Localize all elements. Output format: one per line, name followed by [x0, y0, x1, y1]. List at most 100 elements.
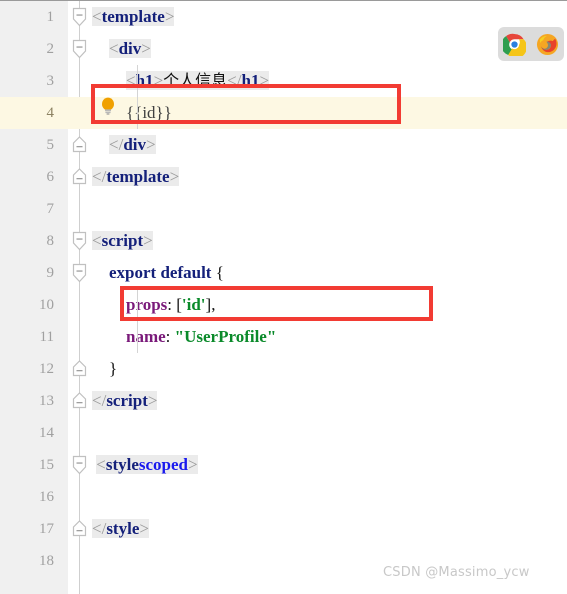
line-text[interactable]: <script> [92, 225, 153, 257]
line-number: 7 [46, 201, 55, 217]
lightbulb-icon[interactable] [100, 97, 116, 115]
line-number: 17 [39, 521, 54, 537]
code-token: </ [92, 519, 107, 538]
indent-guide-1 [137, 65, 138, 129]
code-token: < [126, 71, 136, 90]
token-run: </style> [92, 519, 149, 538]
code-line[interactable]: 10 props: ['id'], [0, 289, 567, 321]
line-text[interactable]: export default { [92, 257, 224, 289]
line-text[interactable]: name: "UserProfile" [92, 321, 276, 353]
code-line[interactable]: 17 </style> [0, 513, 567, 545]
line-number: 5 [46, 137, 55, 153]
token-run: <script> [92, 231, 153, 250]
token-run: props: ['id'], [126, 295, 215, 314]
line-number: 10 [39, 297, 54, 313]
line-code-background [68, 417, 567, 449]
line-text[interactable]: } [92, 353, 117, 385]
line-text[interactable]: <h1>个人信息</h1> [92, 65, 270, 97]
code-line[interactable]: 9 export default { [0, 257, 567, 289]
code-token: > [146, 135, 156, 154]
token-run: </script> [92, 391, 158, 410]
code-line[interactable]: 4 {{id}} [0, 97, 567, 129]
code-token: props [126, 295, 168, 314]
line-text[interactable]: <stylescoped> [92, 449, 198, 481]
code-token: style [105, 455, 139, 474]
fold-collapse-icon[interactable] [72, 39, 87, 59]
code-token: > [143, 231, 153, 250]
fold-collapse-icon[interactable] [72, 7, 87, 27]
line-text[interactable]: <div> [92, 33, 151, 65]
fold-collapse-icon[interactable] [72, 263, 87, 283]
code-line[interactable]: 5 </div> [0, 129, 567, 161]
code-token: h1 [135, 71, 154, 90]
line-text[interactable]: props: ['id'], [92, 289, 215, 321]
code-line[interactable]: 6 </template> [0, 161, 567, 193]
fold-end-icon[interactable] [72, 167, 87, 187]
line-number: 18 [39, 553, 54, 569]
watermark-text: CSDN @Massimo_ycw [383, 565, 530, 580]
code-token: </ [92, 391, 107, 410]
code-token: div [118, 39, 142, 58]
code-token: > [141, 39, 151, 58]
code-line[interactable]: 8 <script> [0, 225, 567, 257]
line-number: 2 [46, 41, 55, 57]
code-token: "UserProfile" [174, 327, 277, 346]
code-editor[interactable]: 1 <template> 2 <div> 3 <h1>个人信息</h1> 4 {{id}… [0, 1, 567, 594]
line-text[interactable]: </style> [92, 513, 149, 545]
code-token: } [92, 359, 118, 378]
code-line[interactable]: 11 name: "UserProfile" [0, 321, 567, 353]
firefox-icon[interactable] [536, 33, 559, 56]
code-line[interactable]: 1 <template> [0, 1, 567, 33]
code-token: < [96, 455, 106, 474]
token-run: </template> [92, 167, 180, 186]
line-number: 6 [46, 169, 55, 185]
chrome-icon[interactable] [501, 33, 527, 58]
line-number: 15 [39, 457, 54, 473]
fold-end-icon[interactable] [72, 359, 87, 379]
line-code-background [68, 193, 567, 225]
token-run: <template> [92, 7, 175, 26]
code-token: < [92, 7, 102, 26]
code-token: 'id' [181, 295, 206, 314]
code-line[interactable]: 14 [0, 417, 567, 449]
code-line[interactable]: 3 <h1>个人信息</h1> [0, 65, 567, 97]
fold-end-icon[interactable] [72, 391, 87, 411]
token-run: name: "UserProfile" [126, 327, 276, 346]
code-token: > [188, 455, 198, 474]
code-token: scoped [138, 455, 189, 474]
code-line[interactable]: 2 <div> [0, 33, 567, 65]
code-token: template [101, 7, 165, 26]
line-text[interactable]: <template> [92, 1, 175, 33]
code-line[interactable]: 15 <stylescoped> [0, 449, 567, 481]
token-run: <h1>个人信息</h1> [126, 71, 270, 90]
line-text[interactable]: </template> [92, 161, 180, 193]
code-token: export default [109, 263, 212, 282]
code-token: {{id}} [126, 103, 172, 122]
line-number: 12 [39, 361, 54, 377]
code-token: > [169, 167, 180, 186]
code-token: ], [205, 295, 216, 314]
code-token: 个人信息 [163, 71, 228, 90]
token-run: } [92, 359, 117, 378]
code-line[interactable]: 16 [0, 481, 567, 513]
browser-launcher-panel[interactable] [498, 27, 564, 61]
code-token: > [259, 71, 270, 90]
line-number: 3 [46, 73, 55, 89]
code-token: template [106, 167, 170, 186]
line-text[interactable]: </div> [92, 129, 156, 161]
line-text[interactable]: </script> [92, 385, 158, 417]
code-token: </ [227, 71, 242, 90]
fold-end-icon[interactable] [72, 519, 87, 539]
line-number: 4 [46, 105, 55, 121]
code-line[interactable]: 13 </script> [0, 385, 567, 417]
fold-collapse-icon[interactable] [72, 231, 87, 251]
line-code-background [68, 353, 567, 385]
code-line[interactable]: 12 } [0, 353, 567, 385]
fold-end-icon[interactable] [72, 135, 87, 155]
token-run: <div> [109, 39, 151, 58]
fold-collapse-icon[interactable] [72, 455, 87, 475]
code-line[interactable]: 7 [0, 193, 567, 225]
